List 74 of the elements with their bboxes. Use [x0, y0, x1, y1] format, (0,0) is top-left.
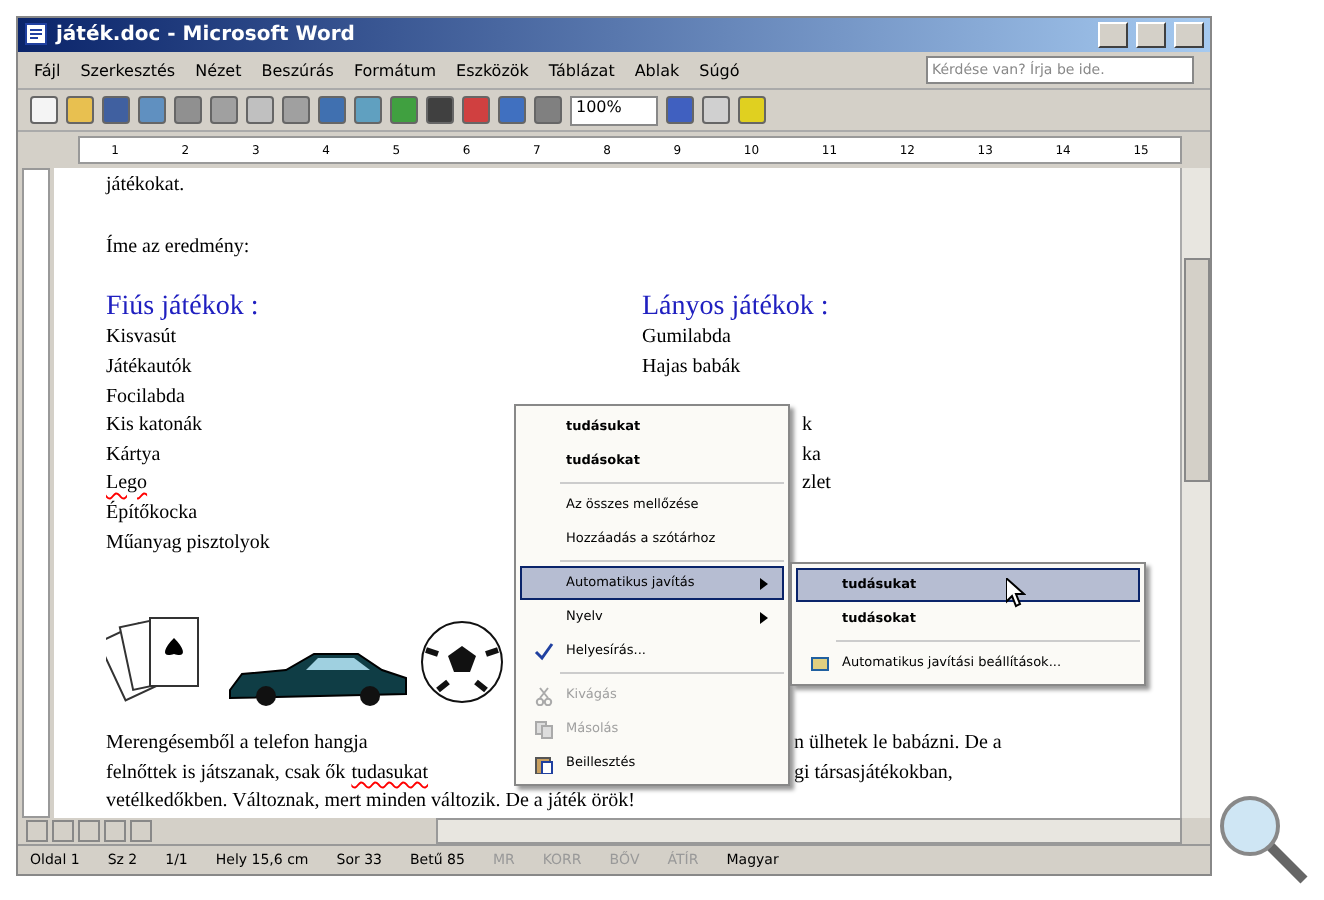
- menu-bar-item[interactable]: Szerkesztés: [80, 61, 176, 80]
- view-button[interactable]: [26, 819, 48, 842]
- view-button[interactable]: [130, 819, 152, 842]
- toolbar-icon[interactable]: [102, 96, 130, 125]
- options-icon: [810, 653, 830, 674]
- list-item: Hajas babák: [642, 354, 741, 382]
- list-item: ka: [802, 443, 821, 466]
- toolbar-icon[interactable]: [318, 96, 346, 125]
- toolbar-icon[interactable]: [66, 96, 94, 125]
- toolbar-icon[interactable]: [390, 96, 418, 125]
- horizontal-scrollbar[interactable]: [436, 817, 1182, 844]
- menu-bar-item[interactable]: Nézet: [195, 61, 242, 80]
- menu-bar-item[interactable]: Táblázat: [548, 61, 615, 80]
- font-color-icon[interactable]: [738, 96, 766, 125]
- paragraph-text: felnőttek is játszanak, csak ők: [106, 759, 346, 788]
- menu-bar-item[interactable]: Fájl: [34, 61, 61, 80]
- mouse-pointer-icon: [1006, 578, 1026, 609]
- menu-bar-item[interactable]: Beszúrás: [261, 61, 334, 80]
- close-button[interactable]: [1174, 21, 1204, 48]
- list-item: Gumilabda: [642, 324, 731, 353]
- list-item: Kártya: [106, 441, 161, 470]
- view-button[interactable]: [78, 819, 100, 842]
- list-item: zlet: [802, 472, 831, 495]
- toolbar-icon[interactable]: [138, 96, 166, 125]
- list-item: k: [802, 414, 812, 437]
- menu-bar-item[interactable]: Formátum: [353, 61, 437, 80]
- toolbar-icon[interactable]: [30, 96, 58, 125]
- soccer-ball-drawing: [418, 618, 506, 707]
- zoom-dropdown[interactable]: 100%: [570, 95, 658, 126]
- menu-bar-item[interactable]: Súgó: [699, 61, 740, 80]
- check-icon: [534, 641, 554, 662]
- minimize-button[interactable]: [1098, 21, 1128, 48]
- misspelled-word: tudasukat: [351, 759, 429, 788]
- maximize-button[interactable]: [1136, 21, 1166, 48]
- list-item: Kisvasút: [106, 324, 176, 353]
- toolbar-icon[interactable]: [534, 96, 562, 125]
- list-item: Műanyag pisztolyok: [106, 529, 270, 558]
- list-item: Lego: [106, 470, 148, 499]
- paragraph-text: vetélkedőkben. Változnak, mert minden változik. De a játék örök!: [106, 788, 635, 817]
- toolbar-icon[interactable]: [702, 96, 730, 125]
- toolbar-icon[interactable]: [666, 96, 694, 125]
- toolbar-icon[interactable]: [426, 96, 454, 125]
- toolbar-icon[interactable]: [462, 96, 490, 125]
- list-item: Focilabda: [106, 383, 185, 412]
- toolbar-icon[interactable]: [282, 96, 310, 125]
- paragraph-text: gi társasjátékokban,: [794, 759, 953, 788]
- paragraph-text: n ülhetek le babázni. De a: [794, 730, 1002, 759]
- vertical-scrollbar[interactable]: [1180, 168, 1210, 818]
- window-title: játék.doc - Microsoft Word: [56, 23, 357, 46]
- submenu-arrow-icon: [760, 611, 770, 624]
- list-item: Építőkocka: [106, 499, 198, 528]
- view-button[interactable]: [104, 819, 126, 842]
- submenu-arrow-icon: [760, 577, 770, 590]
- clipboard-icon: [534, 753, 554, 774]
- list-heading: Lányos játékok :: [642, 290, 831, 325]
- magnifier-icon: [1216, 792, 1312, 888]
- menu-bar-item[interactable]: Ablak: [634, 61, 680, 80]
- menu-bar-item[interactable]: Eszközök: [456, 61, 529, 80]
- scrollbar-thumb[interactable]: [1184, 258, 1210, 483]
- scissors-icon: [534, 685, 554, 706]
- document-text: Íme az eredmény:: [106, 233, 252, 262]
- toolbar-icon[interactable]: [174, 96, 202, 125]
- list-heading: Fiús játékok :: [106, 290, 261, 325]
- document-text: játékokat.: [106, 172, 187, 201]
- toolbar-icon[interactable]: [246, 96, 274, 125]
- paragraph-text: Merengésemből a telefon hangja: [106, 730, 368, 759]
- list-item: Kis katonák: [106, 412, 203, 441]
- toolbar-icon[interactable]: [498, 96, 526, 125]
- copy-icon: [534, 719, 554, 740]
- toolbar-icon[interactable]: [210, 96, 238, 125]
- toolbar-icon[interactable]: [354, 96, 382, 125]
- word-document-icon: [24, 22, 48, 47]
- view-button[interactable]: [52, 819, 74, 842]
- list-item: Játékautók: [106, 354, 192, 382]
